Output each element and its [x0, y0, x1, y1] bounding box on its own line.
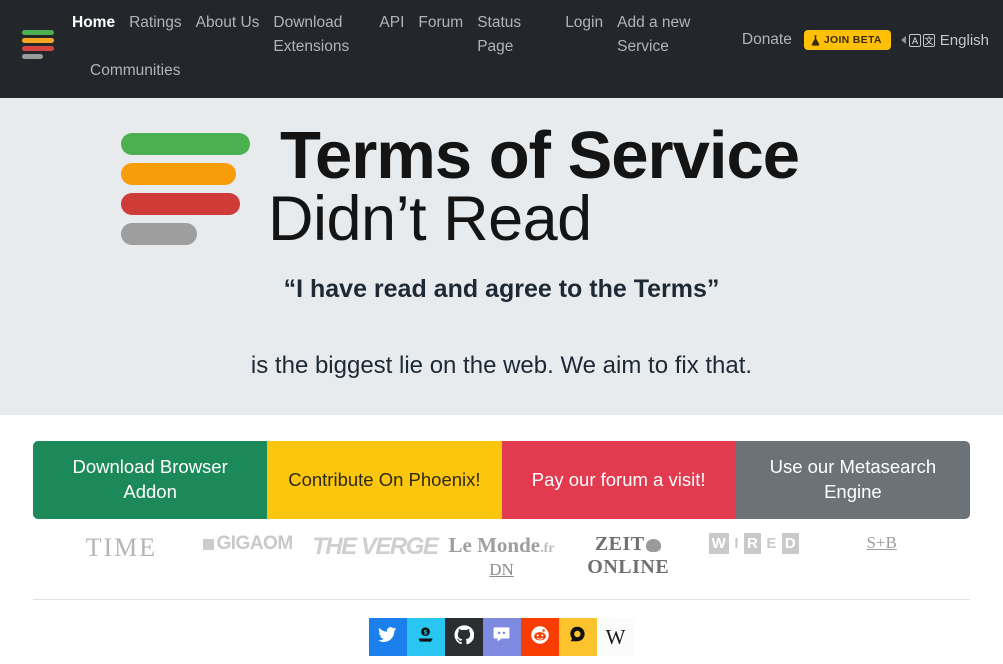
page-title-line-2: Didn’t Read — [268, 184, 592, 255]
disqus-icon — [568, 625, 587, 649]
cta-button-group: Download Browser Addon Contribute On Pho… — [33, 441, 970, 519]
press-logo-gigaom[interactable]: GIGAOM — [185, 533, 312, 555]
gigaom-logo-text: GIGAOM — [203, 533, 293, 554]
wired-logo-text: WIRED — [708, 533, 802, 554]
press-logo-time[interactable]: TIME — [58, 533, 185, 563]
sb-logo-text: S+B — [866, 533, 897, 552]
discord-icon — [492, 625, 511, 649]
svg-text:$: $ — [424, 630, 428, 637]
logo-bar-grey — [22, 54, 43, 59]
zeit-logo-text: ZEITONLINE — [587, 533, 670, 578]
top-navigation-bar: Home Ratings About Us Download Extension… — [0, 0, 1003, 98]
page-title-line-1: Terms of Service — [280, 118, 800, 193]
donate-link[interactable]: Donate — [742, 31, 792, 49]
chevron-left-icon — [900, 36, 906, 44]
social-link-open-collective[interactable]: $ — [406, 618, 445, 656]
press-logo-le-monde[interactable]: Le Monde.fr DN — [438, 533, 565, 580]
hero-logo-bar-red — [121, 193, 240, 215]
contribute-on-phoenix-button[interactable]: Contribute On Phoenix! — [267, 441, 502, 519]
nav-item-add-new-service[interactable]: Add a new Service — [617, 11, 691, 59]
download-browser-addon-button[interactable]: Download Browser Addon — [33, 441, 268, 519]
nav-item-login[interactable]: Login — [565, 11, 603, 35]
press-mentions-row: TIME GIGAOM THE VERGE Le Monde.fr DN ZEI… — [58, 533, 945, 589]
social-link-github[interactable] — [444, 618, 483, 656]
social-link-twitter[interactable] — [368, 618, 407, 656]
gigaom-square-icon — [203, 539, 215, 550]
metasearch-engine-button[interactable]: Use our Metasearch Engine — [735, 441, 970, 519]
hero-logo — [121, 125, 250, 253]
logo-bar-orange — [22, 38, 54, 43]
social-link-discord[interactable] — [482, 618, 521, 656]
verge-logo-text: THE VERGE — [312, 533, 439, 560]
github-icon — [453, 624, 474, 650]
social-links-row: $ W — [0, 618, 1003, 656]
hero-section: Terms of Service Didn’t Read “I have rea… — [0, 98, 1003, 415]
zeit-ornament-icon — [645, 539, 661, 552]
logo-bar-red — [22, 46, 54, 51]
hero-subtitle: is the biggest lie on the web. We aim to… — [250, 352, 753, 379]
nav-right-cluster: Donate JOIN BETA A 文 English — [742, 30, 989, 50]
social-link-disqus[interactable] — [558, 618, 597, 656]
lemonde-logo-text: Le Monde.fr — [448, 533, 555, 557]
nav-item-forum[interactable]: Forum — [418, 11, 463, 35]
press-logo-wired[interactable]: WIRED — [692, 533, 819, 554]
press-logo-sb[interactable]: S+B — [818, 533, 945, 553]
social-link-wikipedia[interactable]: W — [596, 618, 635, 656]
hero-logo-bar-orange — [121, 163, 236, 185]
open-collective-icon: $ — [416, 625, 435, 649]
translate-icon: A 文 — [908, 33, 935, 47]
wikipedia-icon: W — [605, 624, 626, 649]
hero-logo-bar-green — [121, 133, 250, 155]
nav-item-api[interactable]: API — [379, 11, 404, 35]
twitter-icon — [378, 625, 397, 649]
tosdr-logo-link[interactable] — [22, 30, 54, 62]
svg-text:A: A — [912, 36, 918, 46]
hero-title-block: Terms of Service Didn’t Read — [268, 118, 800, 252]
join-beta-button[interactable]: JOIN BETA — [803, 30, 891, 50]
reddit-icon — [530, 625, 550, 650]
join-beta-label: JOIN BETA — [823, 34, 882, 46]
time-logo-text: TIME — [85, 533, 158, 562]
press-logo-dn[interactable]: DN — [438, 560, 565, 580]
nav-link-list: Home Ratings About Us Download Extension… — [72, 11, 752, 83]
nav-item-status-page[interactable]: Status Page — [477, 11, 551, 59]
press-logo-zeit-online[interactable]: ZEITONLINE — [565, 533, 692, 579]
svg-text:文: 文 — [924, 35, 933, 46]
hero-header: Terms of Service Didn’t Read — [0, 98, 1003, 253]
hero-quote: “I have read and agree to the Terms” — [283, 275, 720, 303]
forum-visit-button[interactable]: Pay our forum a visit! — [501, 441, 736, 519]
press-logo-the-verge[interactable]: THE VERGE — [311, 533, 439, 561]
footer-divider — [33, 599, 970, 600]
nav-item-ratings[interactable]: Ratings — [129, 11, 182, 35]
logo-bar-green — [22, 30, 54, 35]
social-link-reddit[interactable] — [520, 618, 559, 656]
nav-item-download-extensions[interactable]: Download Extensions — [273, 11, 365, 59]
language-selector[interactable]: A 文 English — [900, 31, 989, 49]
nav-item-about-us[interactable]: About Us — [196, 11, 260, 35]
hero-logo-bar-grey — [121, 223, 197, 245]
nav-item-communities[interactable]: Communities — [90, 59, 180, 83]
language-label: English — [939, 31, 989, 49]
nav-item-home[interactable]: Home — [72, 11, 115, 35]
flask-icon — [811, 34, 820, 46]
